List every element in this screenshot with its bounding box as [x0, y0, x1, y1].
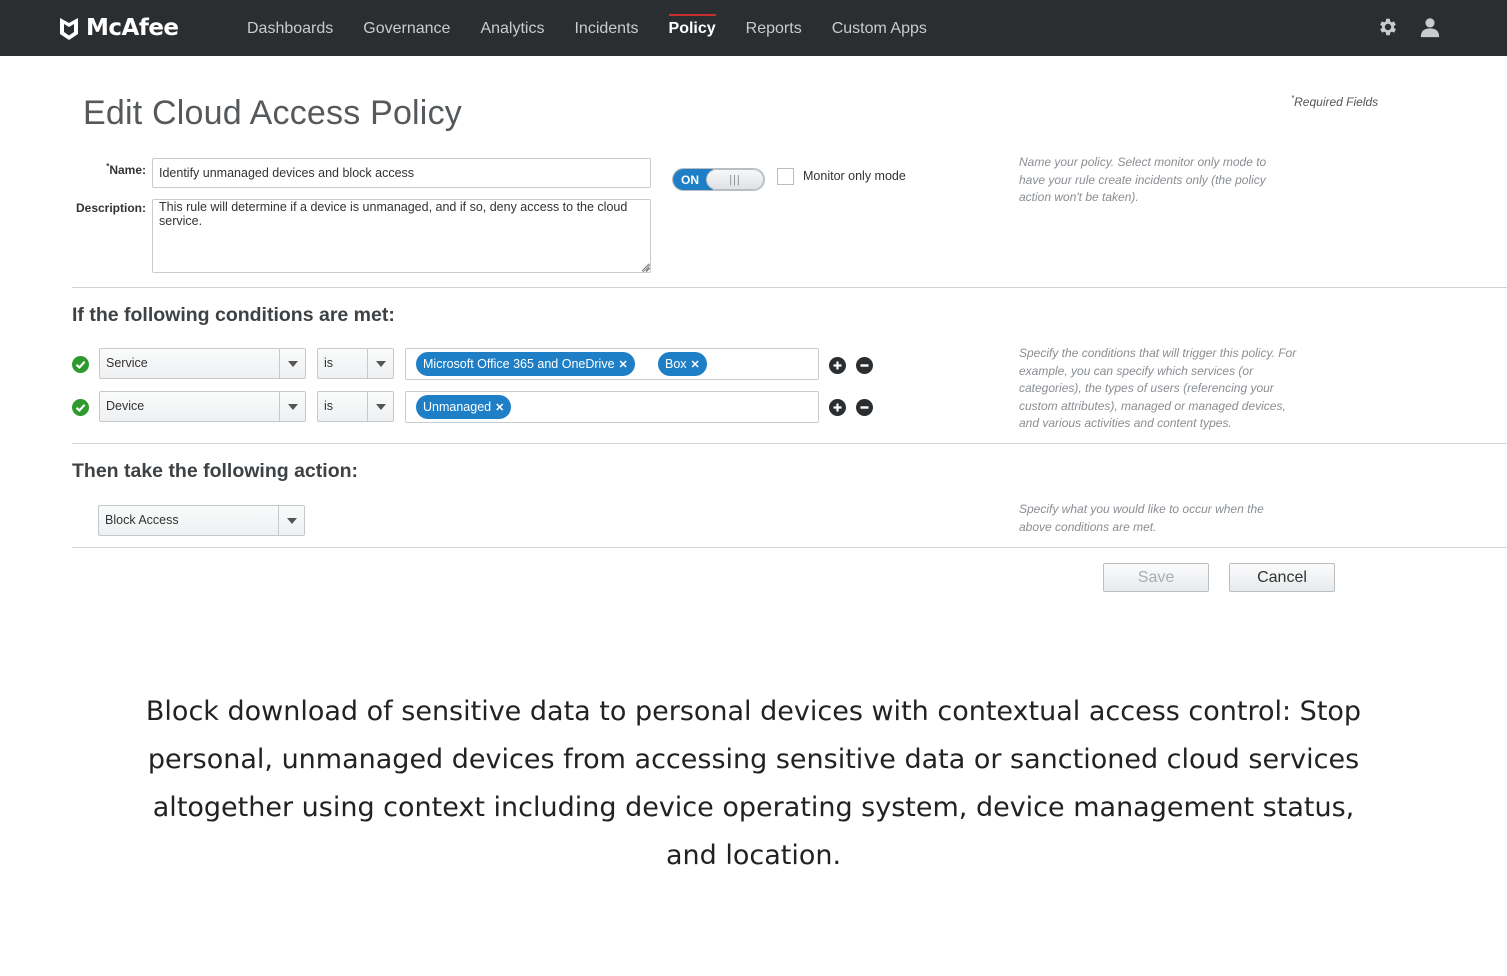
- chevron-down-icon[interactable]: [367, 349, 393, 378]
- top-nav-bar: McAfee Dashboards Governance Analytics I…: [0, 0, 1507, 56]
- nav-dashboards[interactable]: Dashboards: [232, 0, 348, 56]
- condition-valid-icon: [72, 356, 89, 373]
- condition-field-value: Device: [106, 399, 145, 413]
- remove-tag-icon[interactable]: ✕: [495, 402, 504, 414]
- add-condition-icon[interactable]: [829, 399, 846, 416]
- user-icon[interactable]: [1419, 16, 1441, 38]
- chevron-down-icon[interactable]: [279, 349, 305, 378]
- condition-values-input[interactable]: Unmanaged ✕: [405, 391, 819, 423]
- required-fields-note: *Required Fields: [1291, 94, 1378, 109]
- page-title: Edit Cloud Access Policy: [83, 94, 462, 132]
- name-help-text: Name your policy. Select monitor only mo…: [1019, 155, 1267, 205]
- remove-condition-icon[interactable]: [856, 357, 873, 374]
- section-divider: [72, 547, 1507, 548]
- nav-incidents[interactable]: Incidents: [559, 0, 653, 56]
- condition-values-input[interactable]: Microsoft Office 365 and OneDrive ✕ Box ✕: [405, 348, 819, 380]
- top-icons: [1377, 16, 1441, 38]
- section-divider: [72, 287, 1507, 288]
- description-textarea[interactable]: This rule will determine if a device is …: [152, 199, 651, 273]
- policy-enabled-toggle[interactable]: ON |||: [672, 168, 765, 191]
- toggle-knob[interactable]: |||: [706, 169, 764, 190]
- condition-operator-value: is: [324, 399, 334, 413]
- main-nav: Dashboards Governance Analytics Incident…: [232, 0, 942, 56]
- chevron-down-icon[interactable]: [278, 506, 304, 535]
- nav-reports[interactable]: Reports: [731, 0, 817, 56]
- required-fields-text: Required Fields: [1294, 95, 1379, 109]
- chevron-down-icon[interactable]: [367, 392, 393, 421]
- condition-field-select[interactable]: Service: [99, 348, 306, 379]
- brand-name: McAfee: [86, 15, 179, 41]
- remove-tag-icon[interactable]: ✕: [691, 359, 700, 371]
- action-value: Block Access: [105, 513, 179, 527]
- value-tag[interactable]: Unmanaged ✕: [416, 395, 512, 419]
- resize-grip-icon[interactable]: [642, 264, 650, 272]
- remove-tag-icon[interactable]: ✕: [619, 359, 628, 371]
- chevron-down-icon[interactable]: [279, 392, 305, 421]
- action-heading: Then take the following action:: [72, 460, 359, 482]
- save-button[interactable]: Save: [1103, 563, 1209, 592]
- nav-analytics[interactable]: Analytics: [465, 0, 559, 56]
- nav-custom-apps[interactable]: Custom Apps: [817, 0, 942, 56]
- cancel-button[interactable]: Cancel: [1229, 563, 1335, 592]
- value-tag-label: Box: [665, 357, 687, 371]
- value-tag-label: Unmanaged: [423, 400, 492, 414]
- description-label: Description:: [75, 201, 146, 215]
- name-label: *Name:: [100, 162, 146, 177]
- condition-operator-select[interactable]: is: [317, 348, 394, 379]
- nav-governance[interactable]: Governance: [348, 0, 465, 56]
- action-help-text: Specify what you would like to occur whe…: [1019, 502, 1264, 534]
- remove-condition-icon[interactable]: [856, 399, 873, 416]
- gear-icon[interactable]: [1377, 16, 1399, 38]
- mcafee-logo[interactable]: McAfee: [58, 14, 179, 42]
- section-divider: [72, 443, 1507, 444]
- condition-valid-icon: [72, 399, 89, 416]
- condition-field-value: Service: [106, 356, 148, 370]
- name-label-text: Name:: [109, 163, 146, 177]
- action-select[interactable]: Block Access: [98, 505, 305, 536]
- monitor-only-label[interactable]: Monitor only mode: [803, 169, 906, 183]
- conditions-help-text: Specify the conditions that will trigger…: [1019, 346, 1297, 431]
- caption-text: Block download of sensitive data to pers…: [145, 696, 1362, 871]
- monitor-only-checkbox[interactable]: [777, 168, 794, 185]
- value-tag[interactable]: Box ✕: [658, 352, 707, 376]
- policy-name-input[interactable]: [152, 158, 651, 188]
- value-tag-label: Microsoft Office 365 and OneDrive: [423, 357, 615, 371]
- condition-field-select[interactable]: Device: [99, 391, 306, 422]
- mcafee-shield-icon: [60, 18, 78, 40]
- condition-operator-select[interactable]: is: [317, 391, 394, 422]
- condition-operator-value: is: [324, 356, 334, 370]
- add-condition-icon[interactable]: [829, 357, 846, 374]
- nav-policy[interactable]: Policy: [654, 0, 731, 56]
- value-tag[interactable]: Microsoft Office 365 and OneDrive ✕: [416, 352, 635, 376]
- conditions-heading: If the following conditions are met:: [72, 304, 395, 326]
